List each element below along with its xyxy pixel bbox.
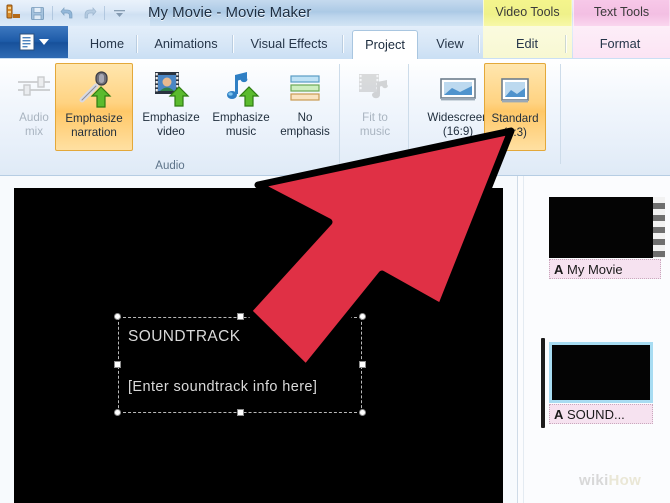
ribbon: Audio mix Emphasize narration Emphasize …: [0, 59, 670, 176]
preview-pane: SOUNDTRACK [Enter soundtrack info here]: [0, 176, 517, 503]
emphasize-narration-microphone-icon: [79, 71, 112, 108]
clip-caption[interactable]: A SOUND...: [549, 404, 653, 424]
redo-icon[interactable]: [82, 6, 97, 21]
ribbon-tab-strip: Home Animations Visual Effects Project V…: [0, 26, 670, 60]
clip-caption-text: My Movie: [567, 262, 623, 277]
resize-handle-top-right[interactable]: [359, 313, 366, 320]
resize-handle-bottom-right[interactable]: [359, 409, 366, 416]
qat-separator-2: [104, 6, 105, 20]
ribbon-button-label: Standard (4:3): [491, 112, 539, 139]
resize-handle-top-left[interactable]: [114, 313, 121, 320]
ribbon-group-separator: [339, 64, 340, 164]
resize-handle-bottom-left[interactable]: [114, 409, 121, 416]
clip-thumbnail[interactable]: [549, 197, 653, 258]
qat-separator: [52, 6, 53, 20]
movie-maker-icon: [6, 4, 20, 19]
ribbon-button-label: No emphasis: [280, 111, 330, 138]
tab-format[interactable]: Format: [576, 30, 664, 58]
ribbon-group-audio: Audio mix Emphasize narration Emphasize …: [0, 59, 340, 174]
clip-caption-text: SOUND...: [567, 407, 625, 422]
soundtrack-info-placeholder: [Enter soundtrack info here]: [128, 379, 318, 395]
resize-handle-middle-left[interactable]: [114, 361, 121, 368]
storyboard-playhead[interactable]: [541, 338, 545, 428]
watermark-wiki: wiki: [579, 472, 609, 489]
ribbon-group-label-aspect-ratio: atio: [472, 160, 492, 172]
ribbon-button-label: Emphasize video: [142, 111, 200, 138]
ribbon-button-fit-to-music[interactable]: Fit to music: [346, 63, 404, 151]
document-menu-icon: [19, 33, 35, 51]
wikihow-watermark: wikiHow: [579, 472, 641, 489]
ribbon-group-separator-right: [560, 64, 561, 164]
ribbon-button-label: Emphasize music: [212, 111, 270, 138]
customize-quick-access-chevron-icon[interactable]: [112, 6, 127, 21]
clip-caption[interactable]: A My Movie: [549, 259, 661, 279]
ribbon-button-label: Emphasize narration: [65, 112, 123, 139]
title-bar: My Movie - Movie Maker Video Tools Text …: [0, 0, 670, 27]
tab-animations[interactable]: Animations: [138, 30, 234, 58]
ribbon-group-label-audio: Audio: [155, 160, 185, 172]
ribbon-button-emphasize-music[interactable]: Emphasize music: [206, 63, 276, 151]
ribbon-button-label: Widescreen (16:9): [427, 111, 489, 138]
file-menu-chevron-icon: [39, 39, 49, 45]
preview-monitor[interactable]: SOUNDTRACK [Enter soundtrack info here]: [14, 188, 503, 503]
tab-view[interactable]: View: [420, 30, 480, 58]
file-menu-button[interactable]: [0, 26, 68, 58]
tab-edit[interactable]: Edit: [487, 30, 567, 58]
resize-handle-top-center[interactable]: [237, 313, 244, 320]
tab-home[interactable]: Home: [76, 30, 138, 58]
storyboard-pane[interactable]: A My Movie A SOUND... wikiHow: [517, 176, 670, 503]
save-icon[interactable]: [30, 6, 45, 21]
resize-handle-middle-right[interactable]: [359, 361, 366, 368]
emphasize-video-filmstrip-icon: [155, 72, 190, 107]
fit-to-music-icon: [359, 74, 388, 99]
soundtrack-heading: SOUNDTRACK: [128, 328, 241, 345]
ribbon-button-no-emphasis[interactable]: No emphasis: [272, 63, 338, 151]
standard-aspect-icon: [501, 78, 529, 103]
ribbon-group-aspect-ratio: Fit to music Widescreen (16:9) Standard …: [342, 59, 660, 174]
list-item[interactable]: A My Movie: [549, 197, 667, 279]
audio-mix-slider-icon: [18, 76, 50, 96]
widescreen-aspect-icon: [440, 78, 476, 101]
title-text-box[interactable]: SOUNDTRACK [Enter soundtrack info here]: [114, 313, 366, 416]
context-tab-text-tools[interactable]: Text Tools: [573, 0, 670, 26]
list-item[interactable]: A SOUND...: [541, 338, 667, 428]
ribbon-button-emphasize-video[interactable]: Emphasize video: [136, 63, 206, 151]
watermark-how: How: [608, 472, 642, 489]
clip-caption-prefix: A: [554, 407, 564, 422]
context-tab-video-tools[interactable]: Video Tools: [483, 0, 572, 26]
emphasize-music-note-icon: [227, 72, 260, 107]
resize-handle-bottom-center[interactable]: [237, 409, 244, 416]
tab-visual-effects[interactable]: Visual Effects: [234, 30, 344, 58]
movie-maker-window: My Movie - Movie Maker Video Tools Text …: [0, 0, 670, 503]
clip-caption-prefix: A: [554, 262, 564, 277]
ribbon-button-label: Fit to music: [359, 111, 391, 138]
clip-selection-ring: [549, 342, 653, 403]
ribbon-button-standard-4-3[interactable]: Standard (4:3): [484, 63, 546, 151]
ribbon-button-emphasize-narration[interactable]: Emphasize narration: [55, 63, 133, 151]
window-title: My Movie - Movie Maker: [148, 4, 312, 21]
filmstrip-icon: [653, 197, 665, 258]
no-emphasis-bars-icon: [290, 75, 320, 101]
tab-project[interactable]: Project: [352, 30, 418, 59]
ribbon-subgroup-separator: [408, 64, 409, 164]
undo-icon[interactable]: [60, 6, 75, 21]
quick-access-toolbar[interactable]: [30, 4, 127, 22]
storyboard-rail: [523, 176, 524, 503]
